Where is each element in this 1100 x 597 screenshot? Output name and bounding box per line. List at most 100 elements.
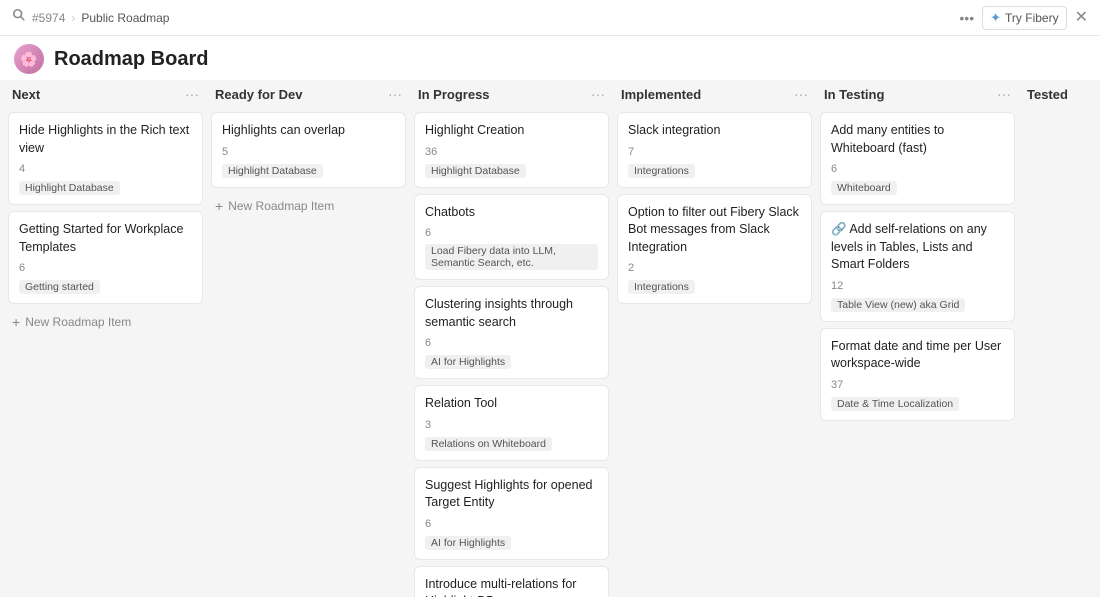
card[interactable]: Getting Started for Workplace Templates 6… [8, 211, 203, 304]
card-tag: Date & Time Localization [831, 397, 959, 411]
card[interactable]: Option to filter out Fibery Slack Bot me… [617, 194, 812, 305]
column-more-next[interactable]: ··· [185, 86, 199, 102]
card-tag: Load Fibery data into LLM, Semantic Sear… [425, 244, 598, 270]
column-header-in-progress: In Progress ··· [414, 80, 609, 106]
card-number: 4 [19, 163, 192, 175]
card-title: Relation Tool [425, 395, 598, 413]
card-title: Introduce multi-relations for Highlight … [425, 576, 598, 597]
card-number: 5 [222, 146, 395, 158]
card-title: Chatbots [425, 204, 598, 222]
card-number: 7 [628, 146, 801, 158]
card-number: 37 [831, 379, 1004, 391]
card-title: Getting Started for Workplace Templates [19, 221, 192, 256]
board-area: Next ··· Hide Highlights in the Rich text … [0, 80, 1100, 597]
card-tag: AI for Highlights [425, 355, 511, 369]
column-title-next: Next [12, 87, 40, 102]
column-tested: Tested··· [1023, 80, 1100, 106]
column-header-in-testing: In Testing ··· [820, 80, 1015, 106]
card-number: 6 [425, 337, 598, 349]
column-header-implemented: Implemented ··· [617, 80, 812, 106]
avatar: 🌸 [14, 44, 44, 74]
column-title-implemented: Implemented [621, 87, 701, 102]
card-number: 12 [831, 280, 1004, 292]
card[interactable]: Introduce multi-relations for Highlight … [414, 566, 609, 597]
card-title: Clustering insights through semantic sea… [425, 296, 598, 331]
column-more-in-testing[interactable]: ··· [997, 86, 1011, 102]
card[interactable]: Clustering insights through semantic sea… [414, 286, 609, 379]
card-title: Highlight Creation [425, 122, 598, 140]
column-title-in-testing: In Testing [824, 87, 884, 102]
public-roadmap-label[interactable]: Public Roadmap [81, 11, 169, 25]
card-title: Slack integration [628, 122, 801, 140]
card-title: Format date and time per User workspace-… [831, 338, 1004, 373]
new-item-label: New Roadmap Item [228, 199, 334, 213]
card-tag: Highlight Database [425, 164, 526, 178]
card[interactable]: Hide Highlights in the Rich text view 4 Hi… [8, 112, 203, 205]
top-bar-right: ••• ✦ Try Fibery ✕ [959, 6, 1088, 30]
card-title: Option to filter out Fibery Slack Bot me… [628, 204, 801, 257]
card-number: 6 [425, 227, 598, 239]
column-header-next: Next ··· [8, 80, 203, 106]
new-roadmap-item-button[interactable]: + New Roadmap Item [8, 310, 203, 334]
card[interactable]: Slack integration 7 Integrations [617, 112, 812, 188]
try-fibery-label: Try Fibery [1005, 11, 1059, 25]
board-title: Roadmap Board [54, 48, 208, 71]
search-icon[interactable] [12, 8, 26, 27]
column-ready-for-dev: Ready for Dev···Highlights can overlap5H… [211, 80, 406, 218]
board-header: 🌸 Roadmap Board [0, 36, 1100, 80]
card-tag: Highlight Database [19, 181, 120, 195]
top-bar: #5974 › Public Roadmap ••• ✦ Try Fibery … [0, 0, 1100, 36]
card-tag: Table View (new) aka Grid [831, 298, 965, 312]
column-implemented: Implemented ··· Slack integration 7 Integrat… [617, 80, 812, 304]
avatar-emoji: 🌸 [20, 51, 37, 68]
issue-number: #5974 [32, 11, 65, 25]
column-title-tested: Tested [1027, 87, 1068, 102]
card-number: 6 [19, 262, 192, 274]
card-number: 6 [425, 518, 598, 530]
new-roadmap-item-button[interactable]: + New Roadmap Item [211, 194, 406, 218]
card-title: 🔗 Add self-relations on any levels in Ta… [831, 221, 1004, 274]
card[interactable]: Relation Tool 3 Relations on Whiteboard [414, 385, 609, 461]
card-number: 2 [628, 262, 801, 274]
card[interactable]: Add many entities to Whiteboard (fast) 6 W… [820, 112, 1015, 205]
card-tag: AI for Highlights [425, 536, 511, 550]
card-tag: Highlight Database [222, 164, 323, 178]
breadcrumb-separator: › [71, 11, 75, 25]
column-title-ready-for-dev: Ready for Dev [215, 87, 302, 102]
card[interactable]: Format date and time per User workspace-… [820, 328, 1015, 421]
card[interactable]: Chatbots 6 Load Fibery data into LLM, Sema… [414, 194, 609, 281]
plus-icon: + [215, 198, 223, 214]
card-title: Suggest Highlights for opened Target Ent… [425, 477, 598, 512]
fibery-icon: ✦ [990, 10, 1001, 26]
try-fibery-button[interactable]: ✦ Try Fibery [982, 6, 1066, 30]
column-in-progress: In Progress···Highlight Creation36Highli… [414, 80, 609, 597]
column-header-tested: Tested··· [1023, 80, 1100, 106]
card[interactable]: 🔗 Add self-relations on any levels in Ta… [820, 211, 1015, 322]
card-number: 36 [425, 146, 598, 158]
column-more-ready-for-dev[interactable]: ··· [388, 86, 402, 102]
card-number: 3 [425, 419, 598, 431]
plus-icon: + [12, 314, 20, 330]
new-item-label: New Roadmap Item [25, 315, 131, 329]
close-button[interactable]: ✕ [1075, 10, 1088, 26]
card-tag: Whiteboard [831, 181, 897, 195]
card[interactable]: Suggest Highlights for opened Target Ent… [414, 467, 609, 560]
card[interactable]: Highlight Creation 36 Highlight Database [414, 112, 609, 188]
card-tag: Integrations [628, 164, 695, 178]
column-more-implemented[interactable]: ··· [794, 86, 808, 102]
column-next: Next ··· Hide Highlights in the Rich text … [8, 80, 203, 334]
card-tag: Integrations [628, 280, 695, 294]
column-title-in-progress: In Progress [418, 87, 490, 102]
column-in-testing: In Testing ··· Add many entities to Whiteb… [820, 80, 1015, 421]
more-options-button[interactable]: ••• [959, 10, 974, 26]
top-bar-left: #5974 › Public Roadmap [12, 8, 951, 27]
column-header-ready-for-dev: Ready for Dev ··· [211, 80, 406, 106]
column-more-in-progress[interactable]: ··· [591, 86, 605, 102]
card-number: 6 [831, 163, 1004, 175]
card[interactable]: Highlights can overlap 5 Highlight Databas… [211, 112, 406, 188]
card-title: Hide Highlights in the Rich text view [19, 122, 192, 157]
card-tag: Getting started [19, 280, 100, 294]
card-title: Highlights can overlap [222, 122, 395, 140]
card-tag: Relations on Whiteboard [425, 437, 552, 451]
card-title: Add many entities to Whiteboard (fast) [831, 122, 1004, 157]
